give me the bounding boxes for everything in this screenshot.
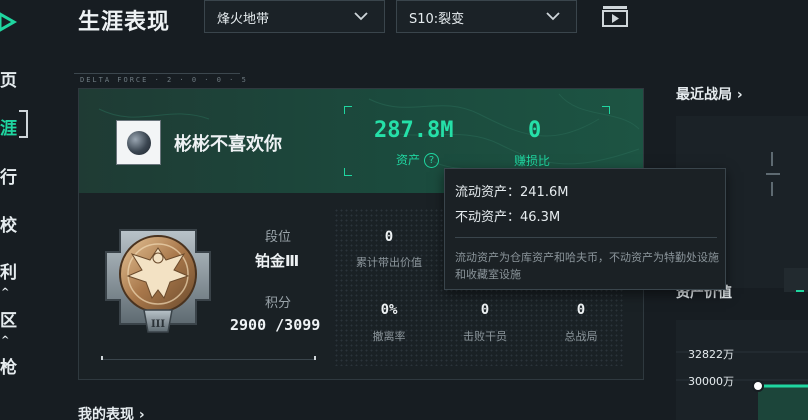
assets-value: 287.8M <box>374 118 454 143</box>
asset-tick-2: 30000万 <box>688 375 734 388</box>
tooltip-fixed-assets: 不动资产：46.3M <box>455 210 561 225</box>
chevron-right-icon: › <box>138 407 145 420</box>
map-select[interactable]: 烽火地带 <box>204 0 385 33</box>
tooltip-divider <box>455 237 717 238</box>
stat-value-extract: 0% <box>380 302 398 318</box>
help-icon[interactable]: ? <box>424 153 440 168</box>
page-title: 生涯表现 <box>78 10 171 35</box>
score-label: 积分 <box>265 296 292 311</box>
stat-value-kills: 0 <box>480 302 490 318</box>
nav-item-travel[interactable]: 行 <box>0 163 24 188</box>
tier-value: 铂金Ⅲ <box>255 252 300 270</box>
asset-area <box>758 386 808 420</box>
tier-label: 段位 <box>265 230 292 245</box>
nav-active-indicator <box>19 110 28 138</box>
stat-label-kills: 击败干员 <box>463 330 507 343</box>
map-select-value: 烽火地带 <box>217 12 270 27</box>
rank-divider <box>101 359 316 360</box>
expand-caret-icon: ^ <box>1 287 10 298</box>
expand-caret-icon: ^ <box>1 335 10 346</box>
panel-brand-label: DELTA FORCE · 2 · 0 · 0 · 5 <box>80 76 248 84</box>
asset-chart-plot <box>676 351 808 420</box>
rank-badge-icon: III <box>105 229 211 333</box>
stat-value-matches: 0 <box>576 302 586 318</box>
badge-numeral: III <box>151 319 165 330</box>
chevron-down-icon <box>354 12 368 21</box>
frame-corner <box>344 168 352 176</box>
score-value: 2900 /3099 <box>230 316 321 334</box>
nav-item-school[interactable]: 校 <box>0 211 24 236</box>
my-performance-link[interactable]: 我的表现 › <box>78 404 145 420</box>
stat-label-extract: 撤离率 <box>372 330 406 343</box>
frame-corner <box>344 106 352 114</box>
divider-tick <box>101 356 103 360</box>
tooltip-description: 流动资产为仓库资产和哈夫币，不动资产为特勤处设施和收藏室设施 <box>455 251 719 281</box>
chevron-down-icon <box>546 12 560 21</box>
stat-value-carried: 0 <box>384 229 394 245</box>
nav-item-benefits[interactable]: 利^ <box>0 258 24 303</box>
stat-label-matches: 总战局 <box>564 330 598 343</box>
assets-label: 资产 <box>396 153 421 167</box>
app-logo-icon[interactable] <box>0 12 18 32</box>
avatar-image <box>127 131 151 155</box>
asset-value-chart <box>676 320 808 420</box>
chevron-right-icon: › <box>736 87 743 103</box>
stat-label-carried: 累计带出价值 <box>356 256 422 269</box>
username: 彬彬不喜欢你 <box>174 134 282 155</box>
season-select[interactable]: S10:裂变 <box>396 0 577 33</box>
scroll-indicator[interactable] <box>784 268 808 292</box>
asset-point[interactable] <box>752 380 764 392</box>
avatar[interactable] <box>116 120 161 165</box>
season-select-value: S10:裂变 <box>409 12 465 27</box>
divider-tick <box>314 356 316 360</box>
frame-corner <box>602 106 610 114</box>
nav-item-guns[interactable]: 枪 <box>0 353 24 378</box>
profit-label: 赚损比 <box>514 154 551 168</box>
assets-label-group: 资产? <box>396 151 440 168</box>
export-icon[interactable] <box>602 5 628 27</box>
profit-value: 0 <box>528 118 542 143</box>
recent-matches-link[interactable]: 最近战局 › <box>676 84 743 104</box>
nav-item-home[interactable]: 页 <box>0 66 24 91</box>
asset-tick-1: 32822万 <box>688 348 734 361</box>
asset-legend-mark <box>796 290 804 292</box>
nav-item-area[interactable]: 区^ <box>0 306 24 351</box>
tooltip-liquid-assets: 流动资产：241.6M <box>455 185 569 200</box>
assets-tooltip: 流动资产：241.6M 不动资产：46.3M 流动资产为仓库资产和哈夫币，不动资… <box>444 168 726 290</box>
